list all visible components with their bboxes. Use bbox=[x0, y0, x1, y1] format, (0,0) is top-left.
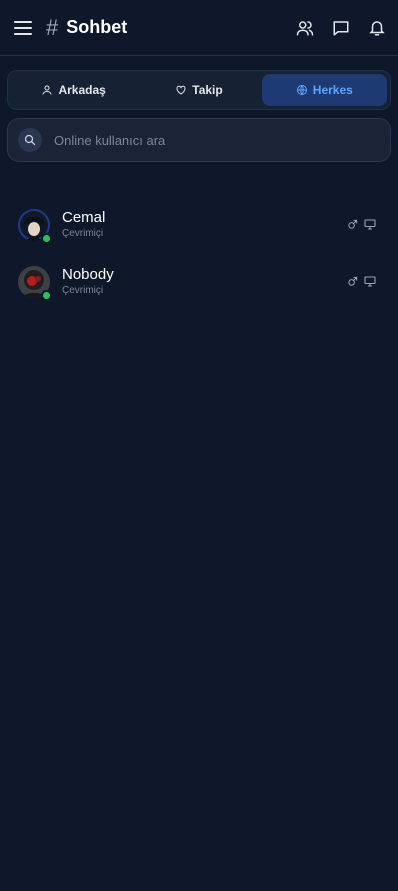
male-icon bbox=[347, 276, 358, 287]
page-title: Sohbet bbox=[66, 17, 128, 37]
tab-label: Arkadaş bbox=[58, 83, 106, 97]
tab-herkes[interactable]: Herkes bbox=[261, 74, 387, 106]
search-icon[interactable] bbox=[18, 128, 42, 152]
channel-hash-icon: # bbox=[46, 14, 59, 40]
online-user-list: Cemal Çevrimiçi Nobody Çevrimiçi bbox=[0, 196, 398, 310]
tab-takip[interactable]: Takip bbox=[136, 74, 261, 106]
user-name: Cemal bbox=[62, 209, 106, 226]
users-icon[interactable] bbox=[296, 19, 314, 37]
user-list-item-nobody[interactable]: Nobody Çevrimiçi bbox=[0, 253, 398, 310]
user-status: Çevrimiçi bbox=[62, 228, 104, 239]
tab-label: Herkes bbox=[312, 83, 353, 97]
user-icon bbox=[41, 84, 53, 96]
male-icon bbox=[347, 219, 358, 230]
desktop-icon bbox=[364, 219, 376, 230]
online-status-dot bbox=[41, 289, 52, 301]
search-input[interactable] bbox=[52, 131, 380, 149]
search-bar bbox=[7, 118, 391, 162]
hamburger-menu-icon[interactable] bbox=[12, 17, 34, 39]
notifications-bell-icon[interactable] bbox=[368, 19, 386, 37]
tab-label: Takip bbox=[192, 83, 223, 97]
globe-icon bbox=[296, 84, 308, 96]
user-filter-tabs: Arkadaş Takip Herkes bbox=[7, 70, 391, 110]
messages-icon[interactable] bbox=[332, 19, 350, 37]
app-header: # Sohbet bbox=[0, 0, 398, 56]
user-status: Çevrimiçi bbox=[62, 285, 104, 296]
online-status-dot bbox=[41, 232, 52, 244]
user-list-item-cemal[interactable]: Cemal Çevrimiçi bbox=[0, 196, 398, 253]
heart-icon bbox=[175, 84, 187, 96]
user-name: Nobody bbox=[62, 266, 114, 283]
tab-arkadas[interactable]: Arkadaş bbox=[11, 74, 136, 106]
desktop-icon bbox=[364, 276, 376, 287]
